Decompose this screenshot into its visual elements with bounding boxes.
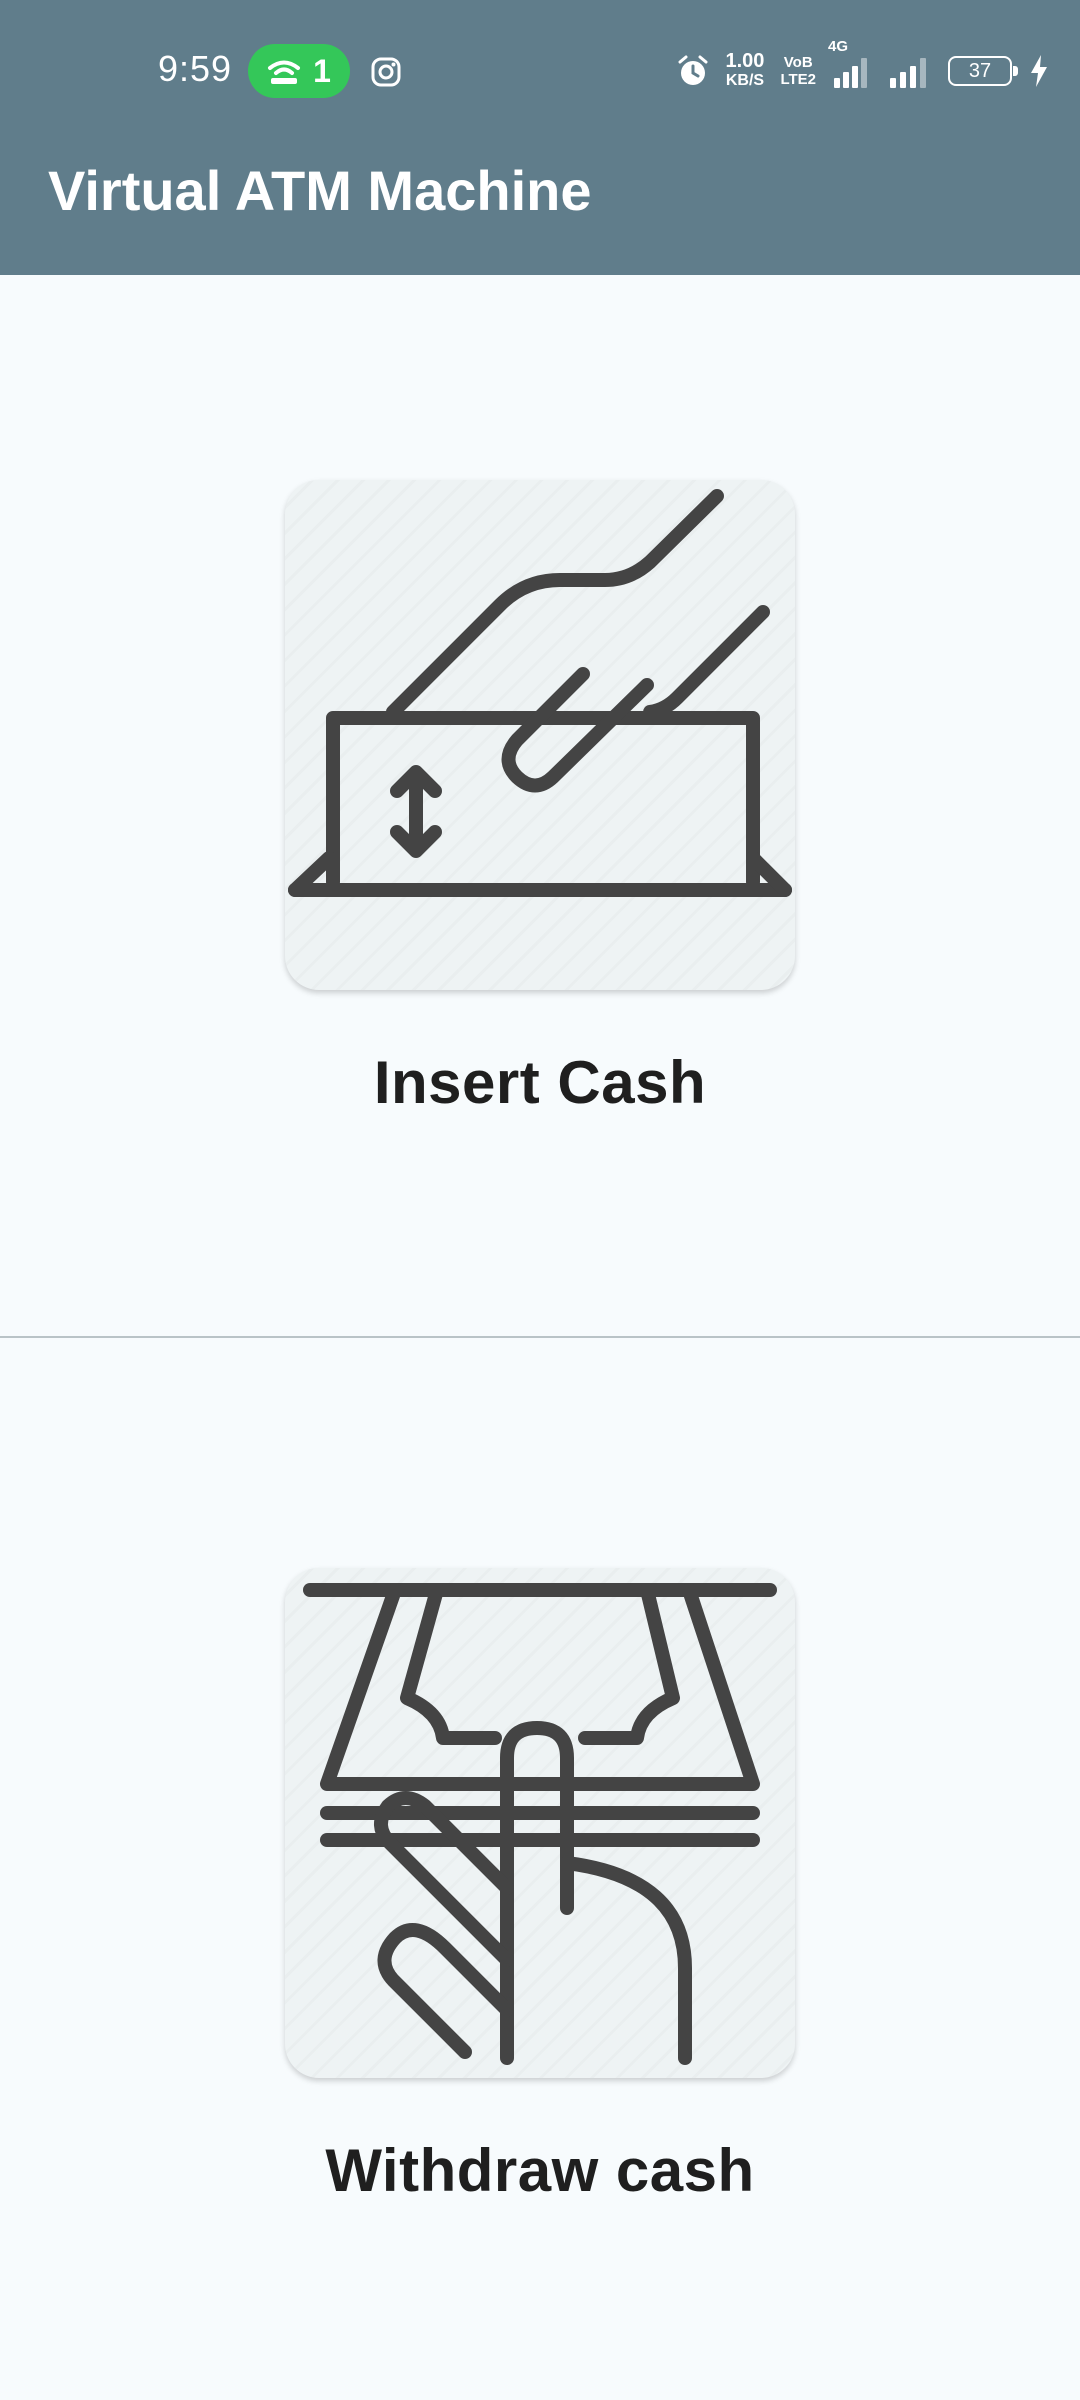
app-title: Virtual ATM Machine <box>48 159 592 222</box>
network-speed: 1.00 KB/S <box>726 51 765 91</box>
battery-icon: 37 <box>948 56 1018 86</box>
insert-cash-section: Insert Cash <box>0 480 1080 1117</box>
withdraw-cash-icon <box>303 1583 777 2065</box>
signal-icon <box>834 58 867 88</box>
hotspot-icon <box>268 60 301 84</box>
network-type: 4G <box>828 38 849 55</box>
network-speed-value: 1.00 <box>725 50 765 72</box>
status-time: 9:59 <box>158 48 233 89</box>
instagram-icon <box>371 57 401 87</box>
status-right-group: 1.00 KB/S VoB LTE2 4G 37 <box>676 38 1051 96</box>
alarm-icon <box>678 55 707 85</box>
signal-icon <box>890 58 926 88</box>
section-divider <box>0 1336 1080 1338</box>
withdraw-cash-label: Withdraw cash <box>325 2137 755 2204</box>
insert-cash-button[interactable] <box>285 480 795 990</box>
volte-top: VoB <box>783 54 813 71</box>
signal-sim1: 4G <box>828 38 872 88</box>
hotspot-count: 1 <box>313 52 331 89</box>
charging-icon <box>1031 55 1047 87</box>
insert-cash-label: Insert Cash <box>373 1049 707 1116</box>
volte-indicator: VoB LTE2 <box>780 54 816 88</box>
status-bar: 9:59 1 1.00 KB/S VoB LTE2 4G 37 <box>0 0 1080 140</box>
network-speed-unit: KB/S <box>725 72 765 89</box>
withdraw-cash-button[interactable] <box>285 1568 795 2078</box>
hotspot-indicator[interactable]: 1 <box>248 44 350 98</box>
insert-cash-icon <box>288 489 792 897</box>
battery-level: 37 <box>968 59 992 82</box>
withdraw-cash-section: Withdraw cash <box>0 1568 1080 2205</box>
volte-bottom: LTE2 <box>780 71 816 88</box>
app-header: 9:59 1 1.00 KB/S VoB LTE2 4G 37 Virtual … <box>0 0 1080 275</box>
